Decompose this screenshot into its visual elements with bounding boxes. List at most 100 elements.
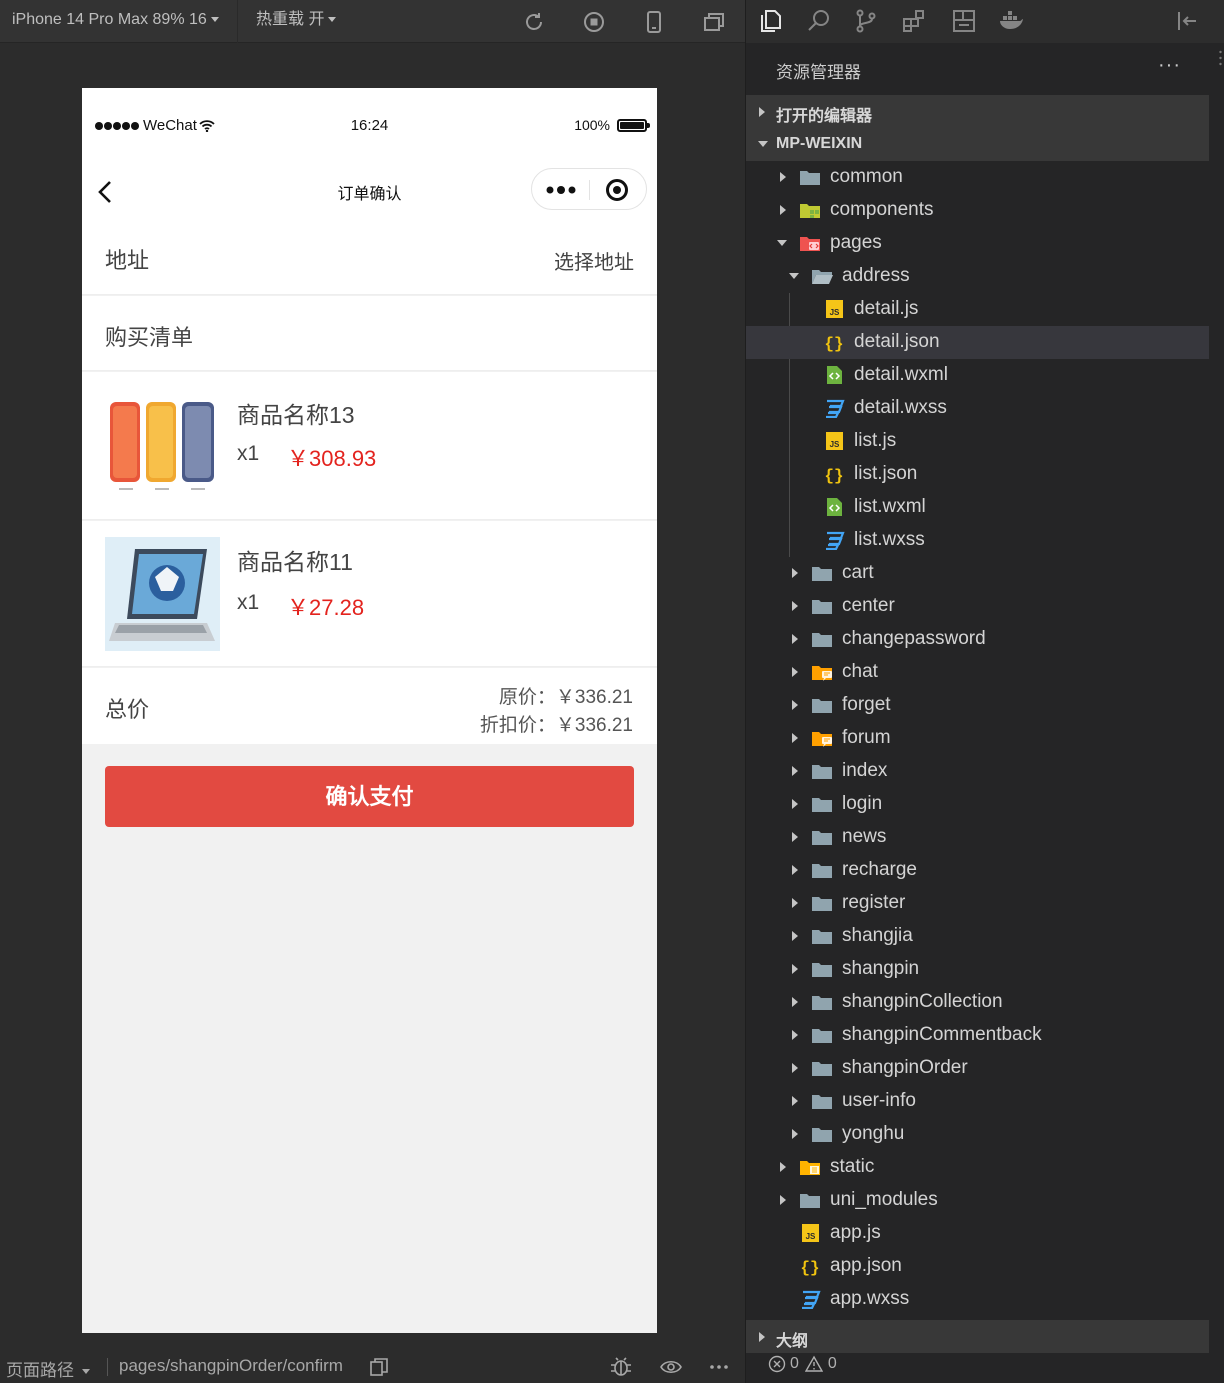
problems-status[interactable]: 0 0 — [768, 1355, 837, 1373]
tree-item-label: components — [830, 199, 934, 220]
tree-item-label: register — [842, 892, 906, 913]
tree-item[interactable]: JS detail.js — [746, 293, 1209, 326]
tree-item[interactable]: list.wxss — [746, 524, 1209, 557]
tree-item[interactable]: shangpin — [746, 953, 1209, 986]
tree-item[interactable]: login — [746, 788, 1209, 821]
chevron-down-icon — [328, 17, 337, 23]
tree-item[interactable]: JS app.js — [746, 1217, 1209, 1250]
svg-text:{}: {} — [824, 467, 843, 484]
tree-item[interactable]: register — [746, 887, 1209, 920]
more-icon[interactable] — [708, 1357, 730, 1377]
tree-item[interactable]: {} list.json — [746, 458, 1209, 491]
tree-item-label: static — [830, 1156, 875, 1177]
docker-icon[interactable] — [998, 8, 1024, 34]
tree-item-label: news — [842, 826, 887, 847]
chevron-right-icon — [792, 1096, 798, 1106]
chevron-right-icon — [792, 832, 798, 842]
open-editors-section[interactable]: 打开的编辑器 — [746, 95, 1209, 128]
tree-item[interactable]: shangpinCommentback — [746, 1019, 1209, 1052]
hot-reload-label: 热重载 开 — [256, 11, 325, 28]
tree-item[interactable]: shangpinOrder — [746, 1052, 1209, 1085]
chevron-right-icon — [792, 700, 798, 710]
tree-item[interactable]: yonghu — [746, 1118, 1209, 1151]
eye-icon[interactable] — [660, 1357, 682, 1377]
layout-icon[interactable] — [951, 8, 977, 34]
hot-reload-toggle[interactable]: 热重载 开 — [240, 0, 360, 43]
tree-item[interactable]: detail.wxss — [746, 392, 1209, 425]
tree-item[interactable]: forum — [746, 722, 1209, 755]
tree-item-label: cart — [842, 562, 874, 583]
stop-icon[interactable] — [582, 10, 606, 34]
tree-item[interactable]: shangpinCollection — [746, 986, 1209, 1019]
json-file-icon: {} — [800, 1259, 819, 1276]
wxml-file-icon — [827, 498, 842, 516]
chevron-right-icon — [792, 799, 798, 809]
product-name: 商品名称11 — [237, 549, 353, 575]
tree-item[interactable]: {} app.json — [746, 1250, 1209, 1283]
tree-item[interactable]: chat — [746, 656, 1209, 689]
folder-icon — [812, 1029, 832, 1043]
tree-item-label: address — [842, 265, 910, 286]
choose-address-link[interactable]: 选择地址 — [554, 246, 634, 275]
tree-item[interactable]: shangjia — [746, 920, 1209, 953]
json-file-icon: {} — [824, 335, 843, 352]
chevron-right-icon — [759, 107, 765, 117]
tree-item[interactable]: JS list.js — [746, 425, 1209, 458]
tree-item-label: list.wxss — [854, 529, 925, 550]
extensions-icon[interactable] — [901, 8, 927, 34]
tree-item[interactable]: app.wxss — [746, 1283, 1209, 1316]
tree-item[interactable]: address — [746, 260, 1209, 293]
tree-item-label: detail.json — [854, 331, 940, 352]
open-editors-label: 打开的编辑器 — [776, 108, 873, 125]
chevron-right-icon — [792, 931, 798, 941]
address-row[interactable]: 地址 选择地址 — [82, 219, 657, 295]
device-selector[interactable]: iPhone 14 Pro Max 89% 16 — [0, 0, 238, 43]
tree-item[interactable]: common — [746, 161, 1209, 194]
list-item[interactable]: 商品名称13 x1 ￥308.93 — [82, 372, 657, 520]
folder-icon — [812, 600, 832, 614]
chevron-right-icon — [780, 1162, 786, 1172]
confirm-pay-button[interactable]: 确认支付 — [105, 766, 634, 827]
project-section[interactable]: MP-WEIXIN — [746, 128, 1209, 161]
source-control-icon[interactable] — [853, 8, 879, 34]
files-icon[interactable] — [758, 8, 784, 34]
tree-item[interactable]: cart — [746, 557, 1209, 590]
chevron-right-icon — [780, 172, 786, 182]
tree-item[interactable]: {} detail.json — [746, 326, 1209, 359]
tree-item[interactable]: pages — [746, 227, 1209, 260]
chevron-down-icon — [210, 17, 219, 23]
error-icon — [768, 1355, 786, 1373]
tree-item[interactable]: forget — [746, 689, 1209, 722]
list-item[interactable]: 商品名称11 x1 ￥27.28 — [82, 521, 657, 667]
total-row: 总价 原价：￥336.21 折扣价：￥336.21 — [82, 668, 657, 744]
tree-item[interactable]: news — [746, 821, 1209, 854]
project-label: MP-WEIXIN — [776, 135, 863, 152]
bug-icon[interactable] — [610, 1357, 632, 1377]
tree-item[interactable]: recharge — [746, 854, 1209, 887]
more-actions-icon[interactable]: ··· — [1158, 54, 1181, 77]
chevron-right-icon — [792, 865, 798, 875]
tree-item[interactable]: static — [746, 1151, 1209, 1184]
tree-item[interactable]: index — [746, 755, 1209, 788]
more-dots-icon[interactable] — [546, 183, 578, 197]
purchase-list-title: 购买清单 — [105, 325, 194, 350]
close-capsule-icon[interactable] — [606, 179, 628, 201]
collapse-panel-icon[interactable] — [1174, 8, 1200, 34]
refresh-icon[interactable] — [522, 10, 546, 34]
outline-section[interactable]: 大纲 — [746, 1320, 1209, 1353]
phone-icon[interactable] — [642, 10, 666, 34]
window-icon[interactable] — [702, 10, 726, 34]
tree-item-label: common — [830, 166, 903, 187]
page-path-selector[interactable]: 页面路径 — [6, 1356, 90, 1381]
address-label: 地址 — [105, 248, 150, 273]
tree-item[interactable]: components — [746, 194, 1209, 227]
tree-item[interactable]: changepassword — [746, 623, 1209, 656]
tree-item[interactable]: uni_modules — [746, 1184, 1209, 1217]
search-icon[interactable] — [806, 8, 832, 34]
copy-icon[interactable] — [370, 1358, 388, 1376]
tree-item[interactable]: user-info — [746, 1085, 1209, 1118]
tree-item[interactable]: center — [746, 590, 1209, 623]
tree-item[interactable]: list.wxml — [746, 491, 1209, 524]
tree-item[interactable]: detail.wxml — [746, 359, 1209, 392]
tree-item-label: detail.wxml — [854, 364, 948, 385]
